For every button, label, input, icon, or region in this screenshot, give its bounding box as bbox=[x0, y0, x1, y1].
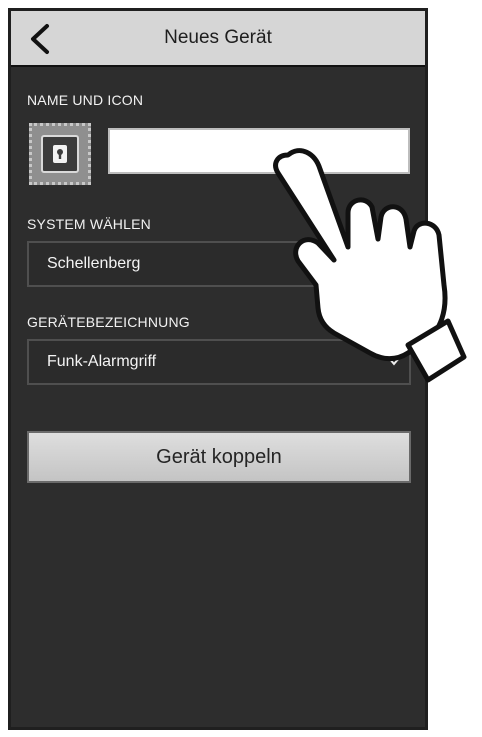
name-icon-label: NAME UND ICON bbox=[27, 92, 144, 108]
system-select[interactable]: Schellenberg bbox=[27, 241, 411, 287]
device-icon-picker[interactable] bbox=[29, 123, 91, 185]
app-screen: Neues Gerät NAME UND ICON SYSTEM WÄHLEN … bbox=[8, 8, 428, 730]
page-title: Neues Gerät bbox=[164, 27, 272, 48]
system-select-value: Schellenberg bbox=[47, 255, 141, 272]
lock-icon bbox=[41, 135, 79, 173]
chevron-down-icon bbox=[388, 357, 400, 366]
pair-device-button[interactable]: Gerät koppeln bbox=[27, 431, 411, 483]
device-type-select[interactable]: Funk-Alarmgriff bbox=[27, 339, 411, 385]
system-label: SYSTEM WÄHLEN bbox=[27, 216, 151, 232]
app-header: Neues Gerät bbox=[11, 11, 425, 67]
device-type-label: GERÄTEBEZEICHNUNG bbox=[27, 314, 190, 330]
device-type-select-value: Funk-Alarmgriff bbox=[47, 353, 157, 370]
device-name-input[interactable] bbox=[108, 128, 410, 174]
